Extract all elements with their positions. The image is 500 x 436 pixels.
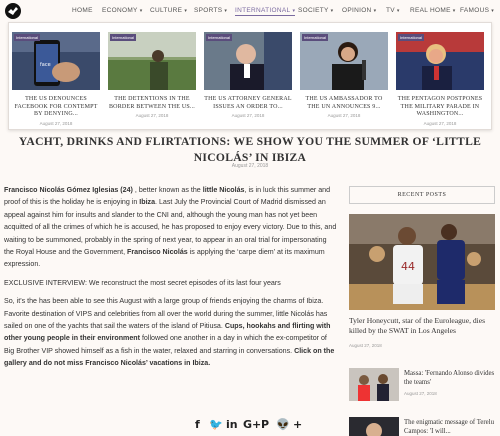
site-logo[interactable]: [5, 3, 21, 19]
article-thumbnail[interactable]: face International: [12, 32, 100, 90]
chevron-down-icon: ▾: [184, 8, 188, 14]
nav-international[interactable]: INTERNATIONAL ▾: [235, 7, 296, 16]
category-tag: International: [14, 34, 41, 41]
nav-society[interactable]: SOCIETY ▾: [298, 7, 333, 14]
recent-post-title[interactable]: Massa: 'Fernando Alonso divides the team…: [404, 369, 498, 387]
facebook-share-icon[interactable]: f: [195, 418, 200, 431]
menu-article-card[interactable]: International THE PENTAGON POSTPONES THE…: [396, 32, 484, 126]
svg-text:44: 44: [401, 260, 415, 273]
recent-post-date: August 27, 2018: [404, 391, 437, 396]
more-share-icon[interactable]: +: [293, 418, 302, 431]
chevron-down-icon: ▾: [491, 8, 495, 14]
article-paragraph: Francisco Nicolás Gómez Iglesias (24) , …: [4, 184, 337, 271]
terelu-photo: [349, 417, 399, 436]
massa-photo: [349, 368, 399, 401]
chevron-down-icon: ▾: [330, 8, 334, 14]
nav-sports[interactable]: SPORTS ▾: [194, 7, 227, 14]
menu-article-card[interactable]: International THE US ATTORNEY GENERAL IS…: [204, 32, 292, 118]
article-paragraph: So, it’s the has been able to see this A…: [4, 295, 337, 369]
top-navigation: HOME ECONOMY ▾ CULTURE ▾ SPORTS ▾ INTERNATI…: [0, 0, 500, 22]
article-headline: YACHT, DRINKS AND FLIRTATIONS: WE SHOW Y…: [18, 135, 482, 164]
subject-name[interactable]: Francisco Nicolás Gómez Iglesias (24): [4, 186, 133, 194]
nav-culture[interactable]: CULTURE ▾: [150, 7, 187, 14]
recent-post-title[interactable]: The enigmatic message of Terelu Campos: …: [404, 418, 498, 436]
menu-article-card[interactable]: International THE US AMBASSADOR TO THE U…: [300, 32, 388, 118]
place-link[interactable]: Ibiza: [139, 198, 155, 206]
recent-post-main-image[interactable]: 44: [349, 214, 495, 310]
card-title[interactable]: THE US AMBASSADOR TO THE UN ANNOUNCES 9.…: [300, 96, 388, 111]
menu-article-card[interactable]: face International THE US DENOUNCES FACE…: [12, 32, 100, 126]
basketball-photo: 44: [349, 214, 495, 310]
card-date: August 27, 2018: [231, 113, 265, 118]
card-title[interactable]: THE PENTAGON POSTPONES THE MILITARY PARA…: [396, 96, 484, 119]
article-thumbnail[interactable]: International: [204, 32, 292, 90]
card-title[interactable]: THE US DENOUNCES FACEBOOK FOR CONTEMPT B…: [12, 96, 100, 119]
chevron-down-icon: ▾: [396, 8, 400, 14]
nav-opinion[interactable]: OPINION ▾: [342, 7, 376, 14]
reddit-share-icon[interactable]: 👽: [276, 418, 290, 431]
article-thumbnail[interactable]: International: [108, 32, 196, 90]
linkedin-share-icon[interactable]: in: [226, 418, 238, 431]
nav-economy[interactable]: ECONOMY ▾: [102, 7, 143, 14]
category-tag: International: [110, 34, 137, 41]
recent-post-main-title[interactable]: Tyler Honeycutt, star of the Euroleague,…: [349, 316, 497, 336]
recent-post-image[interactable]: [349, 368, 399, 401]
exclusive-interview-link[interactable]: EXCLUSIVE INTERVIEW: We reconstruct the …: [4, 277, 337, 289]
bird-logo-icon: [8, 7, 18, 15]
card-date: August 27, 2018: [423, 120, 457, 126]
card-title[interactable]: THE US ATTORNEY GENERAL ISSUES AN ORDER …: [204, 96, 292, 111]
recent-post-main-date: August 27, 2018: [349, 343, 382, 348]
pinterest-share-icon[interactable]: P: [261, 418, 269, 431]
chevron-down-icon: ▾: [224, 8, 228, 14]
google-plus-share-icon[interactable]: G+: [243, 418, 261, 431]
recent-posts-heading: RECENT POSTS: [349, 186, 495, 204]
category-tag: International: [398, 34, 425, 41]
article-thumbnail[interactable]: International: [396, 32, 484, 90]
subject-nickname[interactable]: little Nicolás: [203, 186, 245, 194]
card-date: August 27, 2018: [39, 120, 73, 126]
recent-post-image[interactable]: [349, 417, 399, 436]
nav-famous[interactable]: FAMOUS ▾: [460, 7, 494, 14]
menu-article-card[interactable]: International THE DETENTIONS IN THE BORD…: [108, 32, 196, 118]
card-date: August 27, 2018: [135, 113, 169, 118]
nav-tv[interactable]: TV ▾: [386, 7, 400, 14]
nav-home[interactable]: HOME: [72, 7, 93, 14]
chevron-down-icon: ▾: [139, 8, 143, 14]
chevron-down-icon: ▾: [452, 8, 456, 14]
card-date: August 27, 2018: [327, 113, 361, 118]
twitter-share-icon[interactable]: 🐦: [209, 418, 223, 431]
article-date: August 27, 2018: [231, 163, 269, 169]
article-thumbnail[interactable]: International: [300, 32, 388, 90]
article-body: Francisco Nicolás Gómez Iglesias (24) , …: [4, 184, 337, 376]
category-tag: International: [302, 34, 329, 41]
nav-real-home[interactable]: REAL HOME ▾: [410, 7, 456, 14]
svg-text:face: face: [40, 62, 51, 68]
text-fragment: , better known as the: [132, 186, 203, 194]
international-mega-menu: face International THE US DENOUNCES FACE…: [8, 22, 492, 130]
category-tag: International: [206, 34, 233, 41]
share-bar: f 🐦 in G+ P 👽 +: [187, 416, 337, 436]
subject-name-link[interactable]: Francisco Nicolás: [127, 248, 188, 256]
chevron-down-icon: ▾: [292, 8, 296, 14]
chevron-down-icon: ▾: [373, 8, 377, 14]
card-title[interactable]: THE DETENTIONS IN THE BORDER BETWEEN THE…: [108, 96, 196, 111]
